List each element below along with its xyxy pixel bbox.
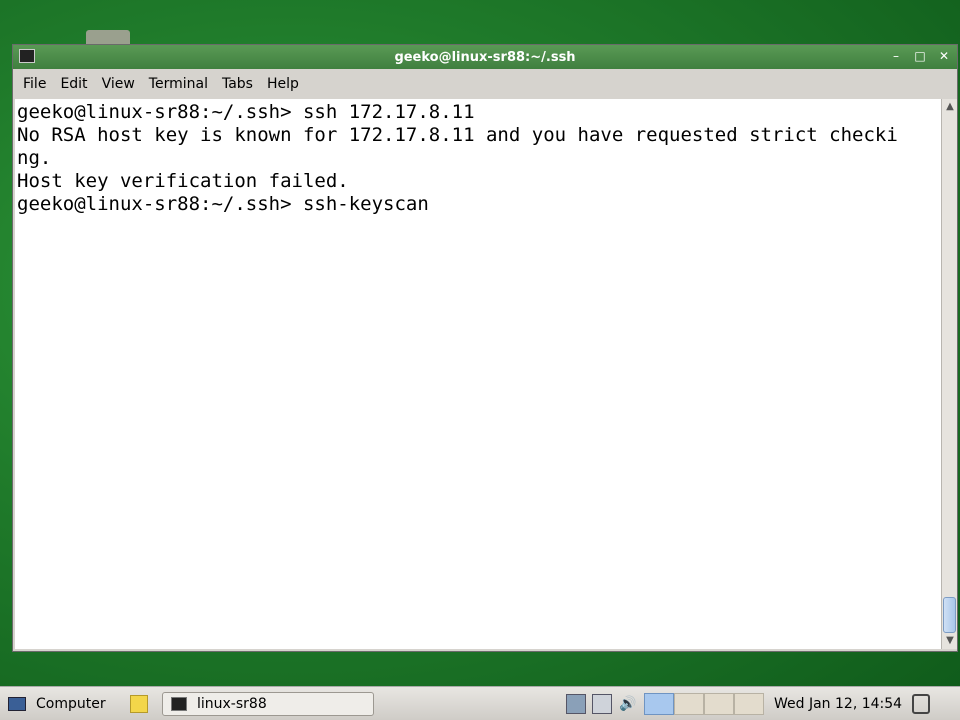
close-icon[interactable]: ✕ xyxy=(937,48,951,64)
terminal-icon xyxy=(171,696,187,711)
menu-tabs[interactable]: Tabs xyxy=(216,76,259,92)
menu-help[interactable]: Help xyxy=(261,76,305,92)
scroll-thumb[interactable] xyxy=(943,597,956,633)
workspace-2[interactable] xyxy=(674,692,704,715)
terminal-line: geeko@linux-sr88:~/.ssh> ssh 172.17.8.11 xyxy=(17,101,475,123)
terminal-line: geeko@linux-sr88:~/.ssh> ssh-keyscan xyxy=(17,193,429,215)
menu-file[interactable]: File xyxy=(17,76,52,92)
workspace-4[interactable] xyxy=(734,692,764,715)
notes-icon[interactable] xyxy=(130,694,148,713)
workspace-1[interactable] xyxy=(644,692,674,715)
minimize-icon[interactable]: – xyxy=(889,48,903,64)
volume-icon[interactable]: 🔊 xyxy=(618,694,638,714)
vertical-scrollbar[interactable]: ▲ ▼ xyxy=(941,99,957,649)
system-tray: 🔊 xyxy=(566,693,638,714)
monitor-icon[interactable] xyxy=(592,693,612,714)
terminal-line: ng. xyxy=(17,147,52,169)
computer-menu-button[interactable]: Computer xyxy=(8,696,120,712)
title-bar[interactable]: geeko@linux-sr88:~/.ssh – □ ✕ xyxy=(13,45,957,69)
maximize-icon[interactable]: □ xyxy=(913,48,927,64)
scroll-down-icon[interactable]: ▼ xyxy=(943,634,957,648)
clock[interactable]: Wed Jan 12, 14:54 xyxy=(774,696,902,712)
workspace-switcher xyxy=(644,692,764,715)
network-icon[interactable] xyxy=(566,693,586,714)
menu-terminal[interactable]: Terminal xyxy=(143,76,214,92)
computer-label: Computer xyxy=(36,695,106,712)
window-title: geeko@linux-sr88:~/.ssh xyxy=(394,49,576,65)
terminal-line: No RSA host key is known for 172.17.8.11… xyxy=(17,124,898,146)
scroll-up-icon[interactable]: ▲ xyxy=(943,100,957,114)
trash-icon[interactable] xyxy=(912,693,931,714)
terminal-line: Host key verification failed. xyxy=(17,170,349,192)
menu-view[interactable]: View xyxy=(96,76,141,92)
taskbar: Computer linux-sr88 🔊 Wed Jan 12, 14:54 xyxy=(0,686,960,720)
workspace-3[interactable] xyxy=(704,692,734,715)
taskbar-window-label: linux-sr88 xyxy=(197,695,267,712)
menu-edit[interactable]: Edit xyxy=(54,76,93,92)
terminal-icon[interactable] xyxy=(19,49,35,63)
menu-bar: File Edit View Terminal Tabs Help xyxy=(13,71,957,97)
computer-icon xyxy=(8,696,26,711)
terminal-output[interactable]: geeko@linux-sr88:~/.ssh> ssh 172.17.8.11… xyxy=(15,99,941,649)
terminal-window: geeko@linux-sr88:~/.ssh – □ ✕ File Edit … xyxy=(12,44,958,652)
desktop-folder-icon[interactable] xyxy=(86,30,130,44)
taskbar-window-button[interactable]: linux-sr88 xyxy=(162,691,374,716)
